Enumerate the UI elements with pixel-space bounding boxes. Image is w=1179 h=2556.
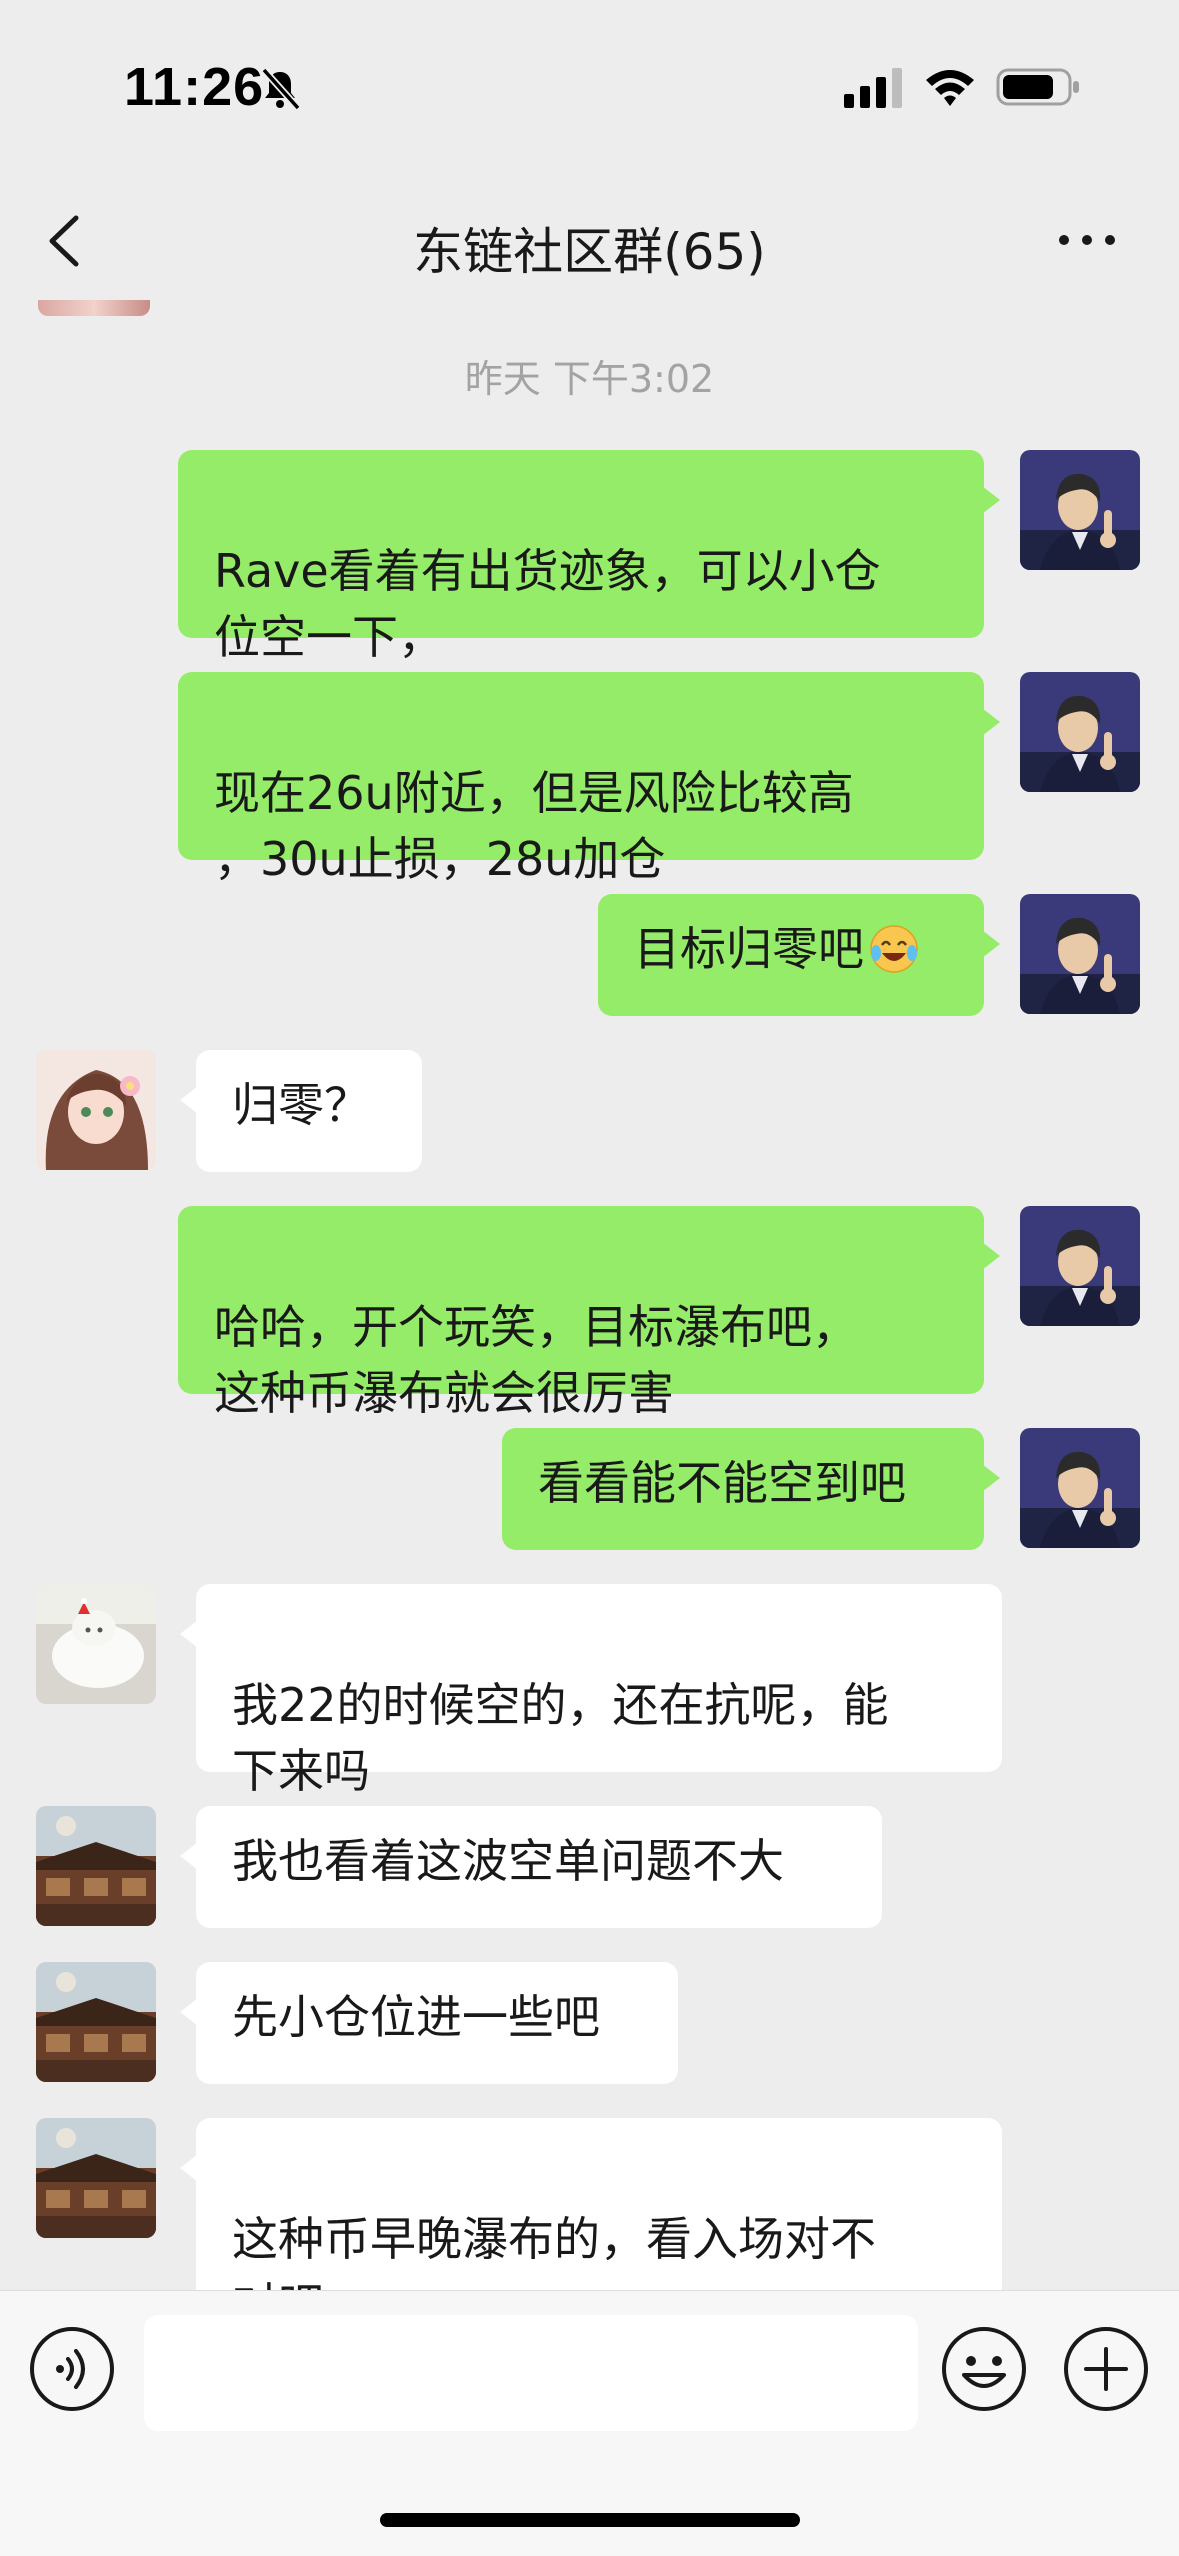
message-text: 看看能不能空到吧 <box>538 1456 906 1510</box>
message-bubble[interactable]: 看看能不能空到吧 <box>502 1428 1000 1550</box>
message-bubble[interactable]: Rave看着有出货迹象，可以小仓 位空一下， <box>178 450 1000 664</box>
message-text: 哈哈，开个玩笑，目标瀑布吧， 这种币瀑布就会很厉害 <box>214 1300 858 1420</box>
cat-avatar-image <box>36 1584 156 1704</box>
building-avatar-image <box>36 1962 156 2082</box>
message-text: 现在26u附近，但是风险比较高 ，30u止损，28u加仓 <box>214 766 854 886</box>
avatar[interactable] <box>36 1962 156 2082</box>
voice-input-icon[interactable] <box>28 2325 116 2413</box>
avatar[interactable] <box>36 1584 156 1704</box>
man-avatar-image <box>1020 1206 1140 1326</box>
home-indicator[interactable] <box>380 2513 800 2527</box>
avatar[interactable] <box>1020 1206 1140 1326</box>
message-text: 归零？ <box>232 1078 370 1132</box>
building-avatar-image <box>36 1806 156 1926</box>
girl-avatar-image <box>36 1050 156 1170</box>
message-bubble[interactable]: 先小仓位进一些吧 <box>180 1962 678 2084</box>
avatar[interactable] <box>36 1050 156 1170</box>
message-bubble[interactable]: 我也看着这波空单问题不大 <box>180 1806 882 1928</box>
message-text: 目标归零吧 <box>634 922 864 976</box>
message-input[interactable] <box>144 2315 918 2431</box>
message-bubble[interactable]: 我22的时候空的，还在抗呢，能 下来吗 <box>180 1584 1002 1798</box>
avatar[interactable] <box>36 2118 156 2238</box>
cellular-signal-icon <box>844 68 902 108</box>
status-bar: 11:26 <box>0 0 1179 160</box>
avatar[interactable] <box>1020 672 1140 792</box>
message-text: 先小仓位进一些吧 <box>232 1990 600 2044</box>
chat-title: 东链社区群(65) <box>413 223 766 281</box>
chat-area[interactable]: 昨天 下午3:02 Rave看着有出货迹象，可以小仓 位空一下， 现在26u附近… <box>0 300 1179 2290</box>
avatar[interactable] <box>1020 894 1140 1014</box>
wifi-icon <box>926 70 974 106</box>
man-avatar-image <box>1020 450 1140 570</box>
input-bar <box>0 2290 1179 2556</box>
message-text: Rave看着有出货迹象，可以小仓 位空一下， <box>214 544 881 664</box>
emoji-icon[interactable] <box>940 2325 1028 2413</box>
laughing-crying-emoji-icon <box>868 923 920 975</box>
avatar[interactable] <box>1020 450 1140 570</box>
message-bubble[interactable]: 现在26u附近，但是风险比较高 ，30u止损，28u加仓 <box>178 672 1000 886</box>
message-bubble[interactable]: 这种币早晚瀑布的，看入场对不 对吧 <box>180 2118 1002 2290</box>
bell-slash-icon <box>261 67 301 110</box>
status-time: 11:26 <box>124 57 265 117</box>
message-timestamp: 昨天 下午3:02 <box>464 357 715 401</box>
plus-icon[interactable] <box>1062 2325 1150 2413</box>
avatar[interactable] <box>36 1806 156 1926</box>
message-text: 我也看着这波空单问题不大 <box>232 1834 784 1888</box>
man-avatar-image <box>1020 672 1140 792</box>
message-text: 我22的时候空的，还在抗呢，能 下来吗 <box>232 1678 889 1798</box>
battery-icon <box>996 68 1079 106</box>
message-bubble[interactable]: 归零？ <box>180 1050 422 1172</box>
man-avatar-image <box>1020 1428 1140 1548</box>
more-options-icon[interactable] <box>1054 220 1120 260</box>
building-avatar-image <box>36 2118 156 2238</box>
message-bubble[interactable]: 目标归零吧 <box>598 894 1000 1016</box>
man-avatar-image <box>1020 894 1140 1014</box>
avatar[interactable] <box>1020 1428 1140 1548</box>
avatar[interactable] <box>38 300 150 316</box>
message-text: 这种币早晚瀑布的，看入场对不 对吧 <box>232 2212 876 2290</box>
nav-bar: 东链社区群(65) <box>0 180 1179 300</box>
message-bubble[interactable]: 哈哈，开个玩笑，目标瀑布吧， 这种币瀑布就会很厉害 <box>178 1206 1000 1420</box>
